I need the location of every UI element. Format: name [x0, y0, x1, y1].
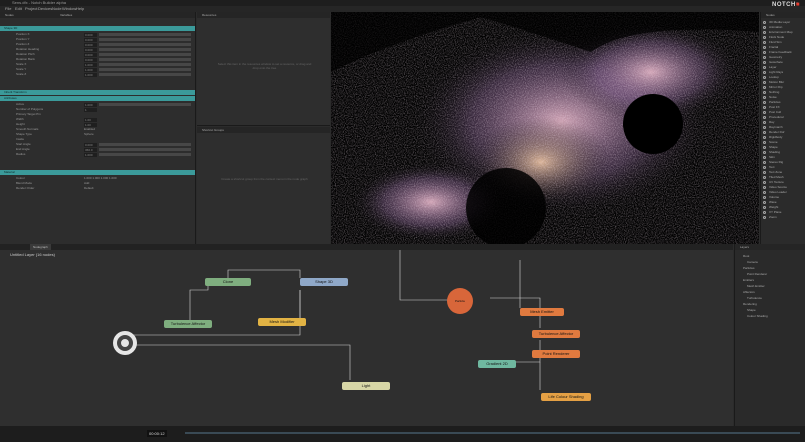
circle-icon [763, 111, 766, 114]
node-list-panel: Nodes 3D Media Layer Animation Environment… [760, 12, 805, 244]
node-point-renderer[interactable]: Point Renderer [532, 350, 580, 358]
node-mesh-emitter[interactable]: Mesh Emitter [520, 308, 564, 316]
circle-icon [763, 71, 766, 74]
circle-icon [763, 216, 766, 219]
timecode: 00:00:12 [147, 430, 167, 437]
particle-render [331, 12, 759, 244]
circle-icon [763, 86, 766, 89]
shortcut-title: Shortcut Groups [202, 128, 224, 132]
circle-icon [763, 176, 766, 179]
node-life-colour-shading[interactable]: Life Colour Shading [541, 393, 591, 401]
properties-panel: Nodes Variables Shape 3D Position X 0.000… [0, 12, 196, 244]
circle-icon [763, 66, 766, 69]
resources-header: Resources [197, 12, 330, 18]
node-list-title: Nodes [766, 13, 775, 17]
node-light[interactable]: Light [342, 382, 390, 390]
tree-header: Layers [735, 244, 805, 250]
circle-icon [763, 41, 766, 44]
properties-header: Nodes Variables [0, 12, 195, 18]
node-gradient-2d[interactable]: Gradient 2D [478, 360, 516, 368]
circle-icon [763, 91, 766, 94]
circle-icon [763, 106, 766, 109]
node-graph[interactable]: Untitled Layer (16 nodes) Clone Shape 3D… [0, 250, 733, 426]
resources-message: Select this item in the resources window… [217, 62, 312, 70]
tree-item[interactable]: Point Renderer [747, 272, 767, 277]
circle-icon [763, 46, 766, 49]
circle-icon [763, 201, 766, 204]
section-header[interactable]: Material [0, 170, 195, 175]
circle-icon [763, 206, 766, 209]
shortcut-message: Create a shortcut group from the context… [221, 177, 308, 181]
circle-icon [763, 141, 766, 144]
tree-item[interactable]: Particles [743, 266, 755, 271]
circle-icon [763, 151, 766, 154]
circle-icon [763, 31, 766, 34]
tree-item[interactable]: Colour Shading [747, 314, 768, 319]
shortcut-header: Shortcut Groups [197, 127, 330, 133]
properties-tab[interactable]: Nodes [5, 12, 14, 18]
circle-icon [763, 171, 766, 174]
prop-row[interactable]: Scale Z 1.000 [0, 72, 195, 77]
circle-icon [763, 36, 766, 39]
root-gear-icon[interactable] [110, 328, 140, 358]
resources-title: Resources [202, 13, 217, 17]
node-clone[interactable]: Clone [205, 278, 251, 286]
node-particle[interactable]: Particle [447, 288, 473, 314]
node-turbulence-affector[interactable]: Turbulence Affector [164, 320, 212, 328]
node-list-header: Nodes [761, 12, 805, 18]
circle-icon [763, 116, 766, 119]
tree-item[interactable]: Camera [747, 260, 758, 265]
section-header[interactable]: Attributes [0, 96, 195, 101]
tree-item[interactable]: Turbulence [747, 296, 762, 301]
notch-logo: NOTCH■ [772, 2, 800, 8]
node-mesh-modifier[interactable]: Mesh Modifier [258, 318, 306, 326]
circle-icon [763, 61, 766, 64]
timeline-track[interactable] [185, 432, 800, 434]
circle-icon [763, 126, 766, 129]
tree-item[interactable]: Root [743, 254, 749, 259]
resources-panel: Resources Select this item in the resour… [197, 12, 330, 126]
circle-icon [763, 101, 766, 104]
properties-col: Variables [60, 13, 73, 17]
circle-icon [763, 21, 766, 24]
tree-item[interactable]: Shape [747, 308, 756, 313]
shortcut-panel: Shortcut Groups Create a shortcut group … [197, 127, 330, 244]
circle-icon [763, 146, 766, 149]
tree-item[interactable]: Mesh Emitter [747, 284, 765, 289]
tree-title: Layers [740, 245, 750, 249]
circle-icon [763, 211, 766, 214]
circle-icon [763, 26, 766, 29]
prop-row[interactable]: Render Order Default [0, 186, 195, 191]
tree-item[interactable]: Rendering [743, 302, 757, 307]
circle-icon [763, 96, 766, 99]
circle-icon [763, 196, 766, 199]
circle-icon [763, 136, 766, 139]
tree-item[interactable]: Emitters [743, 278, 754, 283]
tree-item[interactable]: Affectors [743, 290, 755, 295]
section-header[interactable]: Inherit Transform [0, 90, 195, 95]
circle-icon [763, 76, 766, 79]
node-list-item[interactable]: Zoom [763, 215, 777, 220]
circle-icon [763, 161, 766, 164]
section-header[interactable]: Shape 3D [0, 26, 195, 31]
render-viewport[interactable] [331, 12, 759, 244]
circle-icon [763, 56, 766, 59]
circle-icon [763, 191, 766, 194]
layer-tree-panel: Layers Root Camera Particles Point Renderer… [734, 244, 805, 426]
circle-icon [763, 131, 766, 134]
circle-icon [763, 181, 766, 184]
node-shape-3d[interactable]: Shape 3D [300, 278, 348, 286]
prop-row[interactable]: Radius 1.000 [0, 152, 195, 157]
circle-icon [763, 81, 766, 84]
circle-icon [763, 121, 766, 124]
circle-icon [763, 156, 766, 159]
timeline[interactable]: 00:00:12 [0, 426, 805, 442]
circle-icon [763, 186, 766, 189]
circle-icon [763, 51, 766, 54]
circle-icon [763, 166, 766, 169]
node-turbulence-affector-2[interactable]: Turbulence Affector [532, 330, 580, 338]
